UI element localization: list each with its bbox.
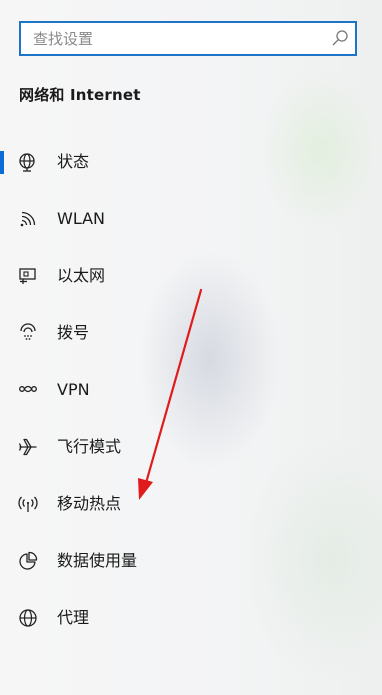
nav-item-label: 数据使用量: [57, 551, 138, 570]
nav-item-dialup[interactable]: 拨号: [0, 310, 382, 356]
nav-item-mobile-hotspot[interactable]: 移动热点: [0, 481, 382, 527]
nav-item-ethernet[interactable]: 以太网: [0, 253, 382, 299]
nav-item-data-usage[interactable]: 数据使用量: [0, 538, 382, 584]
nav-item-airplane-mode[interactable]: 飞行模式: [0, 424, 382, 470]
search-box[interactable]: [19, 21, 357, 56]
nav-item-label: WLAN: [57, 209, 106, 228]
nav-item-status[interactable]: 状态: [0, 139, 382, 185]
nav-item-label: 飞行模式: [57, 437, 122, 456]
nav-item-vpn[interactable]: VPN: [0, 367, 382, 413]
dialup-icon: [20, 323, 36, 340]
vpn-icon: [19, 385, 37, 393]
airplane-icon: [18, 438, 37, 456]
hotspot-icon: [18, 496, 38, 512]
nav-item-proxy[interactable]: 代理: [0, 595, 382, 641]
search-input[interactable]: [21, 23, 333, 54]
nav-item-label: 状态: [57, 152, 90, 171]
selected-indicator: [0, 151, 4, 174]
search-icon[interactable]: [331, 29, 349, 47]
ethernet-icon: [19, 268, 36, 284]
nav-item-label: 代理: [57, 608, 90, 627]
page-title: 网络和 Internet: [19, 86, 141, 104]
nav-item-label: 移动热点: [57, 494, 122, 513]
nav-item-wlan[interactable]: WLAN: [0, 196, 382, 242]
nav-item-label: 以太网: [57, 266, 106, 285]
nav-item-label: VPN: [57, 380, 90, 399]
globe-status-icon: [19, 153, 35, 172]
nav-item-label: 拨号: [57, 323, 90, 342]
wifi-icon: [20, 211, 36, 227]
globe-icon: [19, 609, 37, 627]
data-usage-icon: [19, 551, 38, 570]
